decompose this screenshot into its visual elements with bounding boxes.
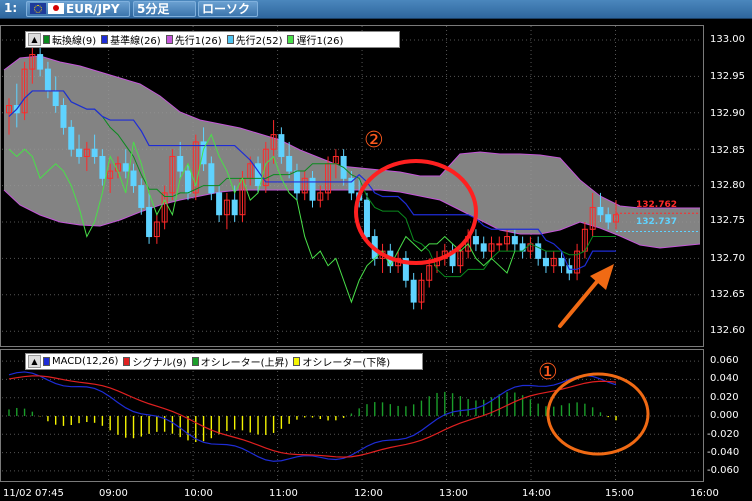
candle-body bbox=[122, 163, 129, 172]
time-tick-label: 16:00 bbox=[690, 488, 719, 499]
price-tick-label: 132.70 bbox=[710, 253, 745, 264]
macd-tick-label: -0.040 bbox=[707, 447, 740, 458]
candle-body bbox=[480, 243, 487, 252]
legend-label: 先行2(52) bbox=[235, 36, 283, 47]
legend-item-signal[interactable]: シグナル(9) bbox=[123, 354, 187, 369]
legend-swatch bbox=[101, 35, 109, 44]
annotation-arrow-shaft bbox=[558, 276, 602, 328]
candle-body bbox=[91, 148, 98, 157]
candle-body bbox=[286, 155, 293, 172]
legend-swatch bbox=[43, 35, 50, 44]
legend-item-senkou2[interactable]: 先行2(52) bbox=[226, 32, 283, 47]
candle-body bbox=[208, 163, 215, 194]
legend-label: 基準線(26) bbox=[110, 36, 161, 47]
candle-body bbox=[542, 257, 549, 267]
candle-body bbox=[216, 192, 223, 216]
price-tick-label: 132.80 bbox=[710, 180, 745, 191]
legend-item-tenkan[interactable]: 転換線(9) bbox=[43, 32, 96, 47]
time-tick-label: 13:00 bbox=[439, 488, 468, 499]
ichimoku-legend: ▲ 転換線(9) 基準線(26) 先行1(26) 先行2(52) 遅行1(26) bbox=[25, 31, 400, 48]
candle-body bbox=[138, 185, 145, 208]
candle-body bbox=[184, 170, 191, 194]
legend-item-osc-down[interactable]: オシレーター(下降) bbox=[293, 354, 390, 369]
candle-body bbox=[472, 236, 479, 245]
legend-item-kijun[interactable]: 基準線(26) bbox=[101, 32, 161, 47]
legend-swatch bbox=[287, 35, 295, 44]
candle-body bbox=[255, 163, 262, 187]
legend-swatch bbox=[165, 35, 173, 44]
candle-body bbox=[60, 105, 67, 128]
time-tick-label: 11/02 07:45 bbox=[3, 488, 64, 499]
price-tick-label: 132.95 bbox=[710, 71, 745, 82]
time-tick-label: 11:00 bbox=[269, 488, 298, 499]
candle-body bbox=[535, 243, 542, 259]
time-tick-label: 09:00 bbox=[99, 488, 128, 499]
legend-label: MACD(12,26) bbox=[52, 356, 119, 367]
legend-item-macd[interactable]: MACD(12,26) bbox=[43, 356, 118, 367]
macd-tick-label: 0.040 bbox=[710, 373, 739, 384]
candle-body bbox=[363, 199, 370, 238]
last-price-red-tag: 132.762 bbox=[636, 200, 677, 210]
macd-tick-label: 0.000 bbox=[710, 410, 739, 421]
macd-tick-label: 0.020 bbox=[710, 392, 739, 403]
candle-body bbox=[76, 148, 83, 157]
legend-swatch bbox=[191, 357, 199, 366]
candle-body bbox=[496, 243, 503, 246]
legend-collapse-icon[interactable]: ▲ bbox=[28, 33, 41, 46]
macd-tick-label: 0.060 bbox=[710, 355, 739, 366]
candle-body bbox=[130, 170, 137, 187]
price-tick-label: 132.85 bbox=[710, 145, 745, 156]
legend-swatch bbox=[226, 35, 234, 44]
time-tick-label: 14:00 bbox=[522, 488, 551, 499]
price-tick-label: 132.90 bbox=[710, 108, 745, 119]
macd-tick-label: -0.060 bbox=[707, 465, 740, 476]
legend-label: 転換線(9) bbox=[52, 36, 97, 47]
candle-body bbox=[597, 206, 604, 216]
macd-tick-label: -0.020 bbox=[707, 429, 740, 440]
candle-body bbox=[52, 90, 59, 107]
annotation-number-2: ② bbox=[364, 128, 384, 153]
macd-legend: ▲ MACD(12,26) シグナル(9) オシレーター(上昇) オシレーター(… bbox=[25, 353, 423, 370]
legend-swatch bbox=[293, 357, 301, 366]
price-tick-label: 133.00 bbox=[710, 34, 745, 45]
candle-body bbox=[278, 134, 285, 157]
price-tick-label: 132.75 bbox=[710, 215, 745, 226]
annotation-circle-1 bbox=[546, 372, 650, 456]
legend-label: 遅行1(26) bbox=[296, 36, 344, 47]
legend-label: オシレーター(下降) bbox=[302, 358, 391, 369]
price-tick-label: 132.65 bbox=[710, 289, 745, 300]
legend-label: オシレーター(上昇) bbox=[200, 358, 289, 369]
legend-label: シグナル(9) bbox=[132, 358, 187, 369]
legend-label: 先行1(26) bbox=[174, 36, 222, 47]
price-tick-label: 132.60 bbox=[710, 325, 745, 336]
chart-canvas[interactable] bbox=[0, 0, 752, 501]
legend-item-osc-up[interactable]: オシレーター(上昇) bbox=[191, 354, 289, 369]
candle-body bbox=[99, 155, 106, 179]
candle-body bbox=[37, 54, 44, 70]
legend-item-senkou1[interactable]: 先行1(26) bbox=[165, 32, 222, 47]
candle-body bbox=[177, 155, 184, 172]
candle-body bbox=[231, 199, 238, 216]
legend-swatch bbox=[43, 357, 50, 366]
time-tick-label: 10:00 bbox=[184, 488, 213, 499]
legend-swatch bbox=[123, 357, 131, 366]
candle-body bbox=[605, 214, 612, 223]
legend-collapse-icon[interactable]: ▲ bbox=[28, 355, 41, 368]
annotation-number-1: ① bbox=[538, 360, 558, 385]
legend-item-chikou[interactable]: 遅行1(26) bbox=[287, 32, 343, 47]
last-price-blue-tag: 132.737 bbox=[636, 217, 677, 227]
candle-body bbox=[146, 206, 153, 238]
time-tick-label: 15:00 bbox=[605, 488, 634, 499]
candle-body bbox=[511, 236, 518, 245]
candle-body bbox=[410, 279, 417, 303]
candle-body bbox=[44, 68, 51, 92]
candle-body bbox=[558, 257, 565, 267]
candle-body bbox=[68, 126, 75, 150]
time-tick-label: 12:00 bbox=[354, 488, 383, 499]
